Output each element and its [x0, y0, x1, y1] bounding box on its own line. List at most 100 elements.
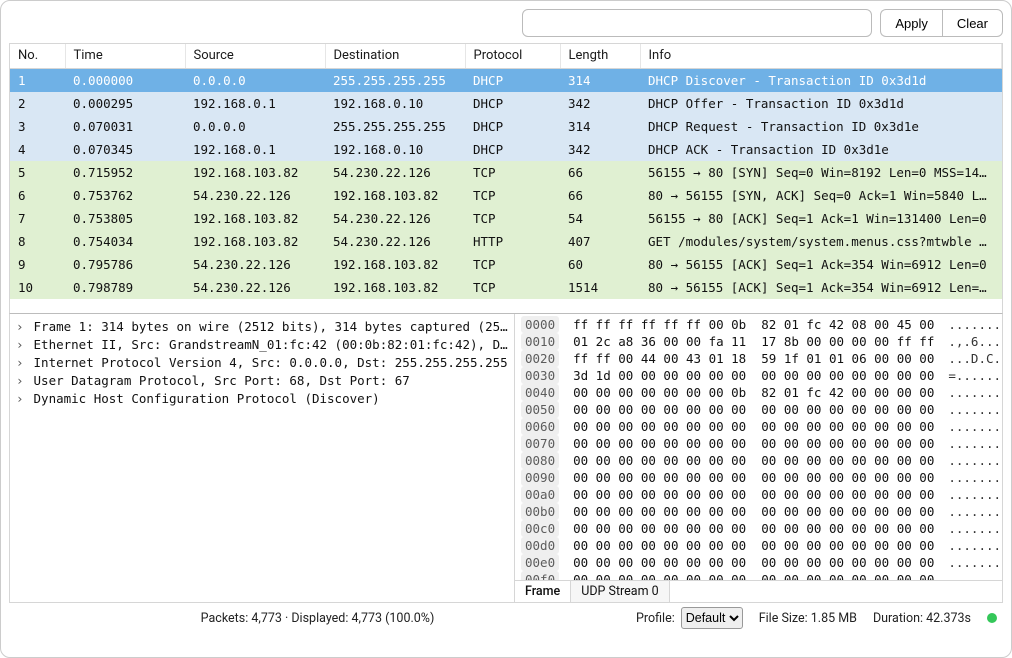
- hex-row[interactable]: 00e000 00 00 00 00 00 00 00 00 00 00 00 …: [521, 554, 998, 571]
- packet-row[interactable]: 40.070345192.168.0.1192.168.0.10DHCP342D…: [10, 138, 1002, 161]
- hex-row[interactable]: 006000 00 00 00 00 00 00 00 00 00 00 00 …: [521, 418, 998, 435]
- hex-row[interactable]: 0020ff ff 00 44 00 43 01 18 59 1f 01 01 …: [521, 350, 998, 367]
- hex-row[interactable]: 004000 00 00 00 00 00 00 0b 82 01 fc 42 …: [521, 384, 998, 401]
- details-tree-label: Internet Protocol Version 4, Src: 0.0.0.…: [26, 355, 508, 370]
- hex-bytes: 00 00 00 00 00 00 00 00 00 00 00 00 00 0…: [573, 486, 934, 503]
- chevron-right-icon: ›: [16, 318, 26, 336]
- hex-row[interactable]: 007000 00 00 00 00 00 00 00 00 00 00 00 …: [521, 435, 998, 452]
- hex-row[interactable]: 005000 00 00 00 00 00 00 00 00 00 00 00 …: [521, 401, 998, 418]
- hex-bytes: 3d 1d 00 00 00 00 00 00 00 00 00 00 00 0…: [573, 367, 934, 384]
- packet-cell-src: 192.168.0.1: [185, 138, 325, 161]
- status-bar: Packets: 4,773 · Displayed: 4,773 (100.0…: [9, 603, 1003, 631]
- packet-cell-info: DHCP Discover - Transaction ID 0x3d1d: [640, 68, 1002, 92]
- col-header-length[interactable]: Length: [560, 44, 640, 68]
- hex-tab-udp-stream[interactable]: UDP Stream 0: [571, 581, 669, 602]
- hex-row[interactable]: 00a000 00 00 00 00 00 00 00 00 00 00 00 …: [521, 486, 998, 503]
- status-indicator-icon: [987, 613, 997, 623]
- hex-bytes: 00 00 00 00 00 00 00 00 00 00 00 00 00 0…: [573, 452, 934, 469]
- packet-row[interactable]: 70.753805192.168.103.8254.230.22.126TCP5…: [10, 207, 1002, 230]
- chevron-right-icon: ›: [16, 372, 26, 390]
- packet-cell-no: 5: [10, 161, 65, 184]
- packet-cell-proto: DHCP: [465, 115, 560, 138]
- details-tree-item[interactable]: › Ethernet II, Src: GrandstreamN_01:fc:4…: [16, 336, 508, 354]
- hex-dump[interactable]: 0000ff ff ff ff ff ff 00 0b 82 01 fc 42 …: [515, 314, 1002, 580]
- details-tree-item[interactable]: › Internet Protocol Version 4, Src: 0.0.…: [16, 354, 508, 372]
- packet-cell-dst: 54.230.22.126: [325, 161, 465, 184]
- packet-row[interactable]: 30.0700310.0.0.0255.255.255.255DHCP314DH…: [10, 115, 1002, 138]
- hex-bytes: 00 00 00 00 00 00 00 0b 82 01 fc 42 00 0…: [573, 384, 934, 401]
- profile-select[interactable]: Default: [681, 607, 743, 629]
- packet-cell-time: 0.715952: [65, 161, 185, 184]
- packet-row[interactable]: 100.79878954.230.22.126192.168.103.82TCP…: [10, 276, 1002, 299]
- hex-offset: 0070: [521, 435, 559, 452]
- profile-group: Profile: Default: [636, 607, 743, 629]
- details-tree-label: Ethernet II, Src: GrandstreamN_01:fc:42 …: [26, 337, 508, 352]
- packet-cell-time: 0.795786: [65, 253, 185, 276]
- details-tree-item[interactable]: › User Datagram Protocol, Src Port: 68, …: [16, 372, 508, 390]
- hex-offset: 0000: [521, 316, 559, 333]
- col-header-source[interactable]: Source: [185, 44, 325, 68]
- col-header-protocol[interactable]: Protocol: [465, 44, 560, 68]
- hex-tab-frame[interactable]: Frame: [515, 581, 571, 602]
- packet-cell-len: 407: [560, 230, 640, 253]
- apply-filter-button[interactable]: Apply: [880, 9, 942, 37]
- packet-cell-len: 66: [560, 184, 640, 207]
- packet-cell-no: 10: [10, 276, 65, 299]
- packet-cell-info: 56155 → 80 [SYN] Seq=0 Win=8192 Len=0 MS…: [640, 161, 1002, 184]
- hex-row[interactable]: 0000ff ff ff ff ff ff 00 0b 82 01 fc 42 …: [521, 316, 998, 333]
- packet-row[interactable]: 50.715952192.168.103.8254.230.22.126TCP6…: [10, 161, 1002, 184]
- packet-row[interactable]: 80.754034192.168.103.8254.230.22.126HTTP…: [10, 230, 1002, 253]
- hex-ascii: ........: [948, 469, 1002, 486]
- packet-row[interactable]: 90.79578654.230.22.126192.168.103.82TCP6…: [10, 253, 1002, 276]
- details-tree-item[interactable]: › Dynamic Host Configuration Protocol (D…: [16, 390, 508, 408]
- packet-cell-info: DHCP Request - Transaction ID 0x3d1e: [640, 115, 1002, 138]
- filter-toolbar: Apply Clear: [9, 9, 1003, 37]
- hex-bytes: 01 2c a8 36 00 00 fa 11 17 8b 00 00 00 0…: [573, 333, 934, 350]
- hex-row[interactable]: 00c000 00 00 00 00 00 00 00 00 00 00 00 …: [521, 520, 998, 537]
- packet-cell-dst: 54.230.22.126: [325, 230, 465, 253]
- hex-offset: 0030: [521, 367, 559, 384]
- col-header-destination[interactable]: Destination: [325, 44, 465, 68]
- packet-details-pane[interactable]: › Frame 1: 314 bytes on wire (2512 bits)…: [10, 314, 515, 602]
- packet-cell-time: 0.000000: [65, 68, 185, 92]
- hex-row[interactable]: 0030 3d 1d 00 00 00 00 00 00 00 00 00 00 …: [521, 367, 998, 384]
- packet-row[interactable]: 20.000295192.168.0.1192.168.0.10DHCP342D…: [10, 92, 1002, 115]
- packet-cell-dst: 192.168.103.82: [325, 184, 465, 207]
- hex-row[interactable]: 00d000 00 00 00 00 00 00 00 00 00 00 00 …: [521, 537, 998, 554]
- packet-cell-no: 2: [10, 92, 65, 115]
- col-header-info[interactable]: Info: [640, 44, 1002, 68]
- packet-cell-info: 80 → 56155 [ACK] Seq=1 Ack=354 Win=6912 …: [640, 253, 1002, 276]
- col-header-time[interactable]: Time: [65, 44, 185, 68]
- packet-cell-info: 80 → 56155 [ACK] Seq=1 Ack=354 Win=6912 …: [640, 276, 1002, 299]
- hex-row[interactable]: 00f000 00 00 00 00 00 00 00 00 00 00 00 …: [521, 571, 998, 580]
- hex-row[interactable]: 00b000 00 00 00 00 00 00 00 00 00 00 00 …: [521, 503, 998, 520]
- hex-bytes: ff ff 00 44 00 43 01 18 59 1f 01 01 06 0…: [573, 350, 934, 367]
- details-tree-item[interactable]: › Frame 1: 314 bytes on wire (2512 bits)…: [16, 318, 508, 336]
- packet-cell-no: 1: [10, 68, 65, 92]
- col-header-no[interactable]: No.: [10, 44, 65, 68]
- packet-cell-len: 66: [560, 161, 640, 184]
- packet-cell-proto: TCP: [465, 184, 560, 207]
- hex-ascii: ........: [948, 452, 1002, 469]
- display-filter-input[interactable]: [522, 9, 872, 37]
- packet-cell-len: 60: [560, 253, 640, 276]
- hex-bytes: 00 00 00 00 00 00 00 00 00 00 00 00 00 0…: [573, 401, 934, 418]
- packet-cell-no: 4: [10, 138, 65, 161]
- packet-cell-len: 1514: [560, 276, 640, 299]
- hex-ascii: ........: [948, 571, 1002, 580]
- hex-row[interactable]: 0010 01 2c a8 36 00 00 fa 11 17 8b 00 00 …: [521, 333, 998, 350]
- packet-cell-no: 3: [10, 115, 65, 138]
- packet-cell-no: 9: [10, 253, 65, 276]
- packet-list-pane: No. Time Source Destination Protocol Len…: [9, 43, 1003, 313]
- hex-offset: 0010: [521, 333, 559, 350]
- hex-row[interactable]: 009000 00 00 00 00 00 00 00 00 00 00 00 …: [521, 469, 998, 486]
- packet-cell-len: 314: [560, 115, 640, 138]
- clear-filter-button[interactable]: Clear: [942, 9, 1003, 37]
- hex-row[interactable]: 008000 00 00 00 00 00 00 00 00 00 00 00 …: [521, 452, 998, 469]
- hex-ascii: =.......: [948, 367, 1002, 384]
- packet-row[interactable]: 10.0000000.0.0.0255.255.255.255DHCP314DH…: [10, 68, 1002, 92]
- packet-cell-proto: HTTP: [465, 230, 560, 253]
- packet-row[interactable]: 60.75376254.230.22.126192.168.103.82TCP6…: [10, 184, 1002, 207]
- hex-bytes: 00 00 00 00 00 00 00 00 00 00 00 00 00 0…: [573, 554, 934, 571]
- packet-cell-info: 80 → 56155 [SYN, ACK] Seq=0 Ack=1 Win=58…: [640, 184, 1002, 207]
